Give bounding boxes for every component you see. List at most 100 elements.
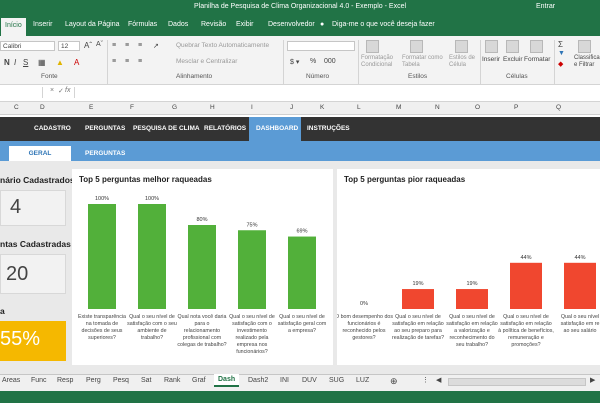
sheet-tab-ini[interactable]: INI bbox=[280, 377, 289, 384]
formula-input[interactable] bbox=[74, 87, 600, 98]
comma-style-icon[interactable]: 000 bbox=[324, 58, 336, 65]
column-header[interactable]: J bbox=[290, 104, 293, 111]
nav-instrucoes[interactable]: INSTRUÇÕES bbox=[307, 125, 350, 132]
column-header[interactable]: O bbox=[475, 104, 480, 111]
sheet-tab-dash[interactable]: Dash bbox=[214, 374, 240, 387]
wrap-text-button[interactable]: Quebrar Texto Automaticamente bbox=[176, 42, 269, 49]
font-color-icon[interactable]: A bbox=[74, 58, 79, 67]
sheet-tab-resp[interactable]: Resp bbox=[57, 377, 73, 384]
column-header[interactable]: D bbox=[40, 104, 45, 111]
column-header[interactable]: Q bbox=[556, 104, 561, 111]
fill-icon[interactable]: ▼ bbox=[558, 50, 565, 57]
chart-bar bbox=[288, 236, 316, 309]
align-center-icon[interactable]: ≡ bbox=[125, 58, 129, 65]
nav-dashboard[interactable]: DASHBOARD bbox=[256, 125, 298, 132]
tab-formulas[interactable]: Fórmulas bbox=[128, 21, 157, 28]
scroll-options-icon[interactable]: ⋮ bbox=[422, 376, 429, 384]
sheet-tab-luz[interactable]: LUZ bbox=[356, 377, 369, 384]
delete-cells-button[interactable]: Excluir bbox=[503, 56, 523, 63]
cell-styles-button[interactable]: Estilos de Célula bbox=[449, 55, 479, 69]
align-middle-icon[interactable]: ≡ bbox=[125, 42, 129, 49]
italic-icon[interactable]: I bbox=[14, 58, 16, 67]
align-left-icon[interactable]: ≡ bbox=[112, 58, 116, 65]
nav-cadastro[interactable]: CADASTRO bbox=[34, 125, 71, 132]
sheet-tab-rank[interactable]: Rank bbox=[164, 377, 180, 384]
sheet-tab-sug[interactable]: SUG bbox=[329, 377, 344, 384]
insert-cells-icon[interactable] bbox=[485, 40, 498, 53]
nav-perguntas[interactable]: PERGUNTAS bbox=[85, 125, 125, 132]
sort-filter-button[interactable]: Classificar e Filtrar bbox=[574, 55, 600, 69]
sheet-tab-pesq[interactable]: Pesq bbox=[113, 377, 129, 384]
column-header[interactable]: H bbox=[210, 104, 215, 111]
format-cells-icon[interactable] bbox=[530, 40, 543, 53]
nav-relatorios[interactable]: RELATÓRIOS bbox=[204, 125, 246, 132]
column-header[interactable]: I bbox=[251, 104, 253, 111]
add-sheet-icon[interactable]: ⊕ bbox=[390, 376, 398, 387]
autosum-icon[interactable]: Σ bbox=[558, 40, 563, 49]
align-right-icon[interactable]: ≡ bbox=[138, 58, 142, 65]
tab-inserir[interactable]: Inserir bbox=[33, 21, 52, 28]
sheet-tab-sat[interactable]: Sat bbox=[141, 377, 152, 384]
column-header[interactable]: G bbox=[172, 104, 177, 111]
column-header[interactable]: L bbox=[357, 104, 361, 111]
nav-pesquisa-de-clima[interactable]: PESQUISA DE CLIMA bbox=[133, 125, 200, 132]
column-header[interactable]: N bbox=[435, 104, 440, 111]
fill-color-icon[interactable]: ▲ bbox=[56, 58, 64, 67]
borders-icon[interactable]: ▦ bbox=[38, 58, 46, 67]
increase-font-icon[interactable]: Aˆ bbox=[84, 41, 92, 50]
sheet-tab-duv[interactable]: DUV bbox=[302, 377, 317, 384]
tab-layout[interactable]: Layout da Página bbox=[65, 21, 120, 28]
group-label-number: Número bbox=[306, 73, 330, 80]
scroll-left-icon[interactable]: ◀ bbox=[436, 376, 441, 384]
tab-revisao[interactable]: Revisão bbox=[201, 21, 226, 28]
scroll-right-icon[interactable]: ▶ bbox=[590, 376, 595, 384]
cell-styles-icon[interactable] bbox=[455, 40, 468, 53]
tab-dados[interactable]: Dados bbox=[168, 21, 188, 28]
tab-inicio[interactable]: Início bbox=[1, 18, 26, 36]
name-box[interactable] bbox=[0, 87, 43, 98]
tab-desenvolvedor[interactable]: Desenvolvedor bbox=[268, 21, 315, 28]
cancel-icon[interactable]: × bbox=[50, 87, 54, 94]
insert-function-icon[interactable]: fx bbox=[65, 87, 70, 94]
font-name-box[interactable]: Calibri bbox=[0, 41, 55, 51]
column-header[interactable]: M bbox=[396, 104, 401, 111]
bold-icon[interactable]: N bbox=[4, 58, 10, 67]
underline-icon[interactable]: S bbox=[23, 58, 28, 67]
subtab-perguntas[interactable]: PERGUNTAS bbox=[85, 150, 125, 157]
sheet-tab-func[interactable]: Func bbox=[31, 377, 47, 384]
horizontal-scrollbar[interactable] bbox=[448, 378, 586, 386]
conditional-formatting-button[interactable]: Formatação Condicional bbox=[361, 55, 401, 69]
format-as-table-button[interactable]: Formatar como Tabela bbox=[402, 55, 448, 69]
sheet-tab-perg[interactable]: Perg bbox=[86, 377, 101, 384]
confirm-icon[interactable]: ✓ bbox=[58, 87, 64, 95]
sheet-tab-dash2[interactable]: Dash2 bbox=[248, 377, 268, 384]
sign-in-link[interactable]: Entrar bbox=[536, 3, 555, 10]
percent-icon[interactable]: % bbox=[310, 58, 316, 65]
sort-filter-icon[interactable] bbox=[578, 40, 591, 53]
sheet-tab-areas[interactable]: Areas bbox=[2, 377, 20, 384]
merge-center-button[interactable]: Mesclar e Centralizar bbox=[176, 58, 237, 65]
align-bottom-icon[interactable]: ≡ bbox=[138, 42, 142, 49]
subtab-geral[interactable]: GERAL bbox=[9, 146, 71, 161]
conditional-formatting-icon[interactable] bbox=[366, 40, 379, 53]
orientation-icon[interactable]: ↗ bbox=[153, 42, 159, 50]
column-header[interactable]: E bbox=[89, 104, 93, 111]
sheet-tab-graf[interactable]: Graf bbox=[192, 377, 206, 384]
currency-icon[interactable]: $ ▾ bbox=[290, 58, 299, 66]
format-cells-button[interactable]: Formatar bbox=[524, 56, 550, 63]
insert-cells-button[interactable]: Inserir bbox=[482, 56, 500, 63]
tab-exibir[interactable]: Exibir bbox=[236, 21, 254, 28]
column-header[interactable]: P bbox=[514, 104, 518, 111]
font-size-box[interactable]: 12 bbox=[58, 41, 80, 51]
column-header[interactable]: F bbox=[130, 104, 134, 111]
decrease-font-icon[interactable]: Aˇ bbox=[96, 41, 103, 48]
delete-cells-icon[interactable] bbox=[506, 40, 519, 53]
number-format-box[interactable] bbox=[287, 41, 355, 51]
column-header[interactable]: K bbox=[320, 104, 324, 111]
align-top-icon[interactable]: ≡ bbox=[112, 42, 116, 49]
clear-icon[interactable]: ◆ bbox=[558, 60, 563, 68]
column-header[interactable]: C bbox=[14, 104, 19, 111]
chart-category-label: investimento bbox=[237, 328, 267, 334]
tell-me-box[interactable]: Diga-me o que você deseja fazer bbox=[332, 21, 435, 28]
format-table-icon[interactable] bbox=[410, 40, 423, 53]
